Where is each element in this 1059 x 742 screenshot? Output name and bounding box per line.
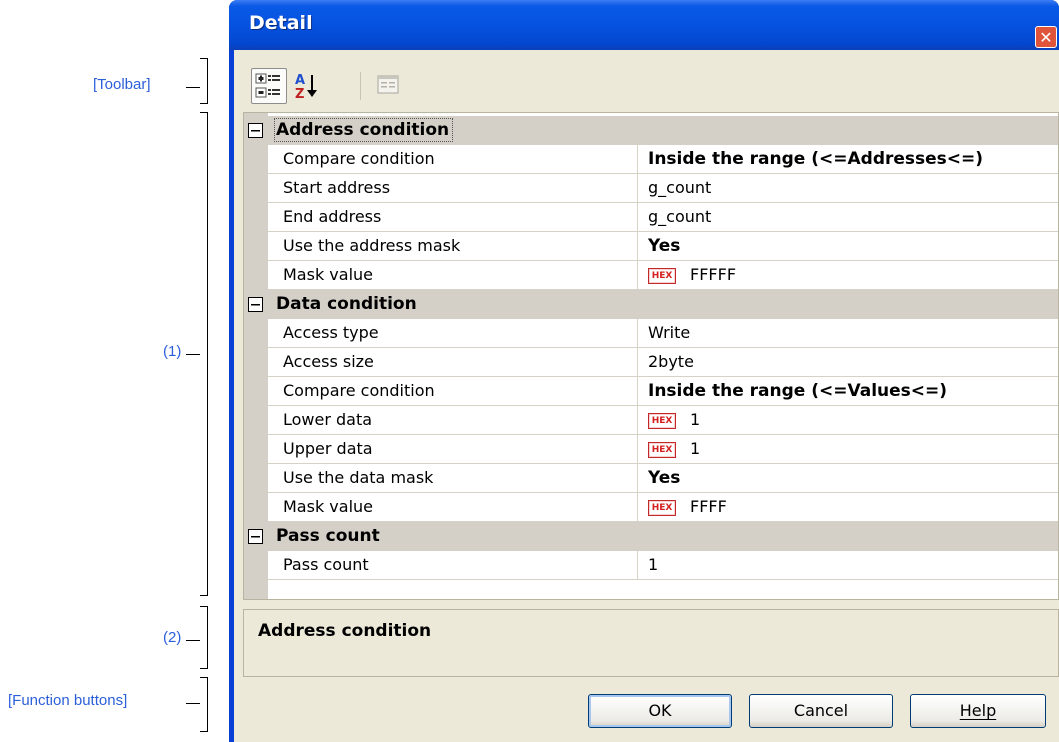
detail-dialog: Detail ✕ A Z Address condition Compare c… (229, 0, 1059, 742)
toolbar: A Z (234, 50, 1059, 110)
hex-value: 1 (690, 410, 701, 429)
annotation-grid: (1) (163, 343, 182, 360)
property-value[interactable]: Write (638, 319, 1058, 348)
property-row[interactable]: Mask value HEX FFFF (244, 493, 1058, 522)
svg-text:A: A (295, 73, 305, 88)
property-name: Use the address mask (268, 232, 638, 261)
property-name: Start address (268, 174, 638, 203)
hex-value: 1 (690, 439, 701, 458)
property-name: Mask value (268, 261, 638, 290)
help-button-label: Help (959, 701, 997, 720)
annotation-brace (200, 112, 208, 596)
collapse-icon[interactable] (248, 123, 263, 138)
annotation-brace (200, 606, 208, 669)
property-row[interactable]: Access size 2byte (244, 348, 1058, 377)
property-value[interactable]: Yes (638, 464, 1058, 493)
property-pages-button[interactable] (372, 68, 408, 104)
annotation-toolbar: [Toolbar] (93, 76, 151, 93)
description-title: Address condition (258, 621, 432, 641)
dialog-client: A Z Address condition Compare condition … (234, 50, 1059, 742)
property-name: Access type (268, 319, 638, 348)
property-value[interactable]: g_count (638, 174, 1058, 203)
annotation-leader (186, 354, 200, 355)
property-grid: Address condition Compare condition Insi… (243, 112, 1059, 600)
annotation-brace (200, 58, 208, 104)
property-row[interactable]: Use the address mask Yes (244, 232, 1058, 261)
category-label: Address condition (273, 118, 454, 142)
property-row[interactable]: Compare condition Inside the range (<=Ad… (244, 145, 1058, 174)
property-value[interactable]: HEX 1 (638, 435, 1058, 464)
property-pages-icon (377, 75, 399, 94)
property-value[interactable]: HEX FFFF (638, 493, 1058, 522)
property-value[interactable]: Inside the range (<=Values<=) (638, 377, 1058, 406)
close-button[interactable]: ✕ (1035, 26, 1057, 48)
property-value[interactable]: HEX 1 (638, 406, 1058, 435)
property-row[interactable]: Compare condition Inside the range (<=Va… (244, 377, 1058, 406)
svg-text:Z: Z (295, 87, 304, 102)
property-name: Upper data (268, 435, 638, 464)
annotation-leader (186, 640, 200, 641)
window-title: Detail (249, 12, 313, 34)
hex-badge-icon: HEX (648, 267, 676, 284)
property-row[interactable]: End address g_count (244, 203, 1058, 232)
description-panel: Address condition (243, 609, 1059, 677)
annotation-brace (200, 677, 208, 732)
hex-badge-icon: HEX (648, 441, 676, 458)
collapse-icon[interactable] (248, 529, 263, 544)
property-name: Mask value (268, 493, 638, 522)
categorized-view-icon (255, 73, 280, 98)
annotation-leader (186, 703, 200, 704)
sort-alphabetical-icon: A Z (295, 73, 317, 102)
category-pass-count[interactable]: Pass count (244, 522, 1058, 551)
property-value[interactable]: HEX FFFFF (638, 261, 1058, 290)
category-address-condition[interactable]: Address condition (244, 116, 1058, 145)
annotation-buttons: [Function buttons] (8, 692, 128, 709)
property-name: Pass count (268, 551, 638, 580)
property-value[interactable]: Yes (638, 232, 1058, 261)
property-value[interactable]: Inside the range (<=Addresses<=) (638, 145, 1058, 174)
property-name: Access size (268, 348, 638, 377)
property-row[interactable]: Mask value HEX FFFFF (244, 261, 1058, 290)
annotation-description: (2) (163, 629, 182, 646)
help-button[interactable]: Help (910, 694, 1046, 728)
category-label: Pass count (276, 526, 380, 546)
hex-value: FFFF (690, 497, 727, 516)
collapse-icon[interactable] (248, 297, 263, 312)
hex-badge-icon: HEX (648, 412, 676, 429)
property-name: Use the data mask (268, 464, 638, 493)
property-name: Compare condition (268, 145, 638, 174)
property-row[interactable]: Upper data HEX 1 (244, 435, 1058, 464)
property-name: Compare condition (268, 377, 638, 406)
property-value[interactable]: 1 (638, 551, 1058, 580)
close-icon: ✕ (1039, 28, 1053, 47)
ok-button[interactable]: OK (588, 694, 732, 728)
category-data-condition[interactable]: Data condition (244, 290, 1058, 319)
property-value[interactable]: 2byte (638, 348, 1058, 377)
property-name: Lower data (268, 406, 638, 435)
property-row[interactable]: Lower data HEX 1 (244, 406, 1058, 435)
property-name: End address (268, 203, 638, 232)
property-row[interactable]: Use the data mask Yes (244, 464, 1058, 493)
categorized-view-button[interactable] (251, 68, 287, 104)
cancel-button[interactable]: Cancel (749, 694, 893, 728)
sort-alphabetical-button[interactable]: A Z (290, 68, 326, 104)
hex-badge-icon: HEX (648, 499, 676, 516)
toolbar-separator (360, 72, 361, 100)
annotation-leader (186, 87, 200, 88)
property-row[interactable]: Start address g_count (244, 174, 1058, 203)
category-label: Data condition (276, 294, 417, 314)
property-row[interactable]: Pass count 1 (244, 551, 1058, 580)
title-bar[interactable]: Detail ✕ (229, 0, 1059, 50)
property-row[interactable]: Access type Write (244, 319, 1058, 348)
property-value[interactable]: g_count (638, 203, 1058, 232)
hex-value: FFFFF (690, 265, 737, 284)
